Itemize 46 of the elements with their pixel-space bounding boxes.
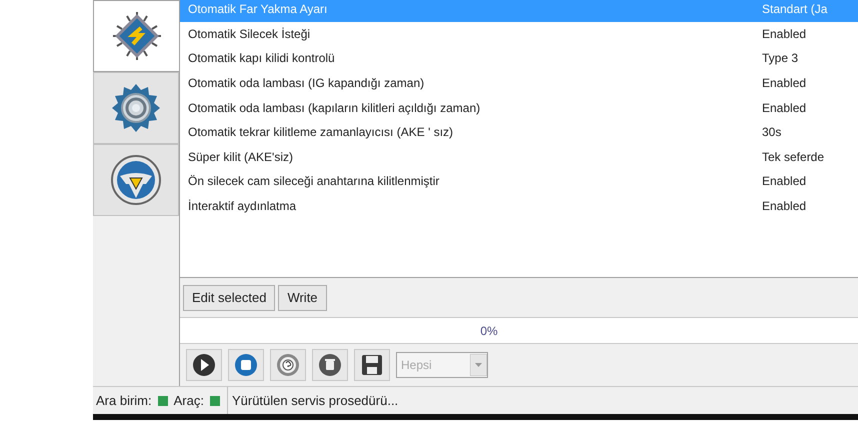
setting-name: Otomatik Silecek İsteği (187, 26, 312, 43)
setting-name: Otomatik Far Yakma Ayarı (187, 1, 328, 18)
toolbar-button[interactable] (312, 348, 348, 380)
setting-name: Otomatik kapı kilidi kontrolü (187, 50, 336, 68)
setting-value: Enabled (762, 198, 806, 216)
setting-row[interactable]: Otomatik Silecek İsteği Enabled (180, 22, 858, 46)
setting-value: Enabled (762, 100, 806, 117)
action-button[interactable]: Edit selected (183, 284, 276, 310)
setting-name: Otomatik oda lambası (kapıların kilitleri açıldığı zaman) (187, 100, 482, 117)
setting-name: Otomatik tekrar kilitleme zamanlayıcısı (AKE ' sız) (187, 124, 454, 142)
progress-text: 0% (480, 322, 498, 340)
dropdown-value: Hepsi (401, 356, 432, 374)
side-tab[interactable] (93, 0, 179, 72)
setting-row[interactable]: Otomatik oda lambası (IG kapandığı zaman) Enabled (180, 70, 858, 96)
setting-row[interactable]: Ön silecek cam sileceği anahtarına kilitlenmiştir Enabled (180, 169, 858, 194)
action-button[interactable]: Write (278, 284, 327, 310)
setting-value: Enabled (762, 173, 806, 190)
setting-row[interactable]: Otomatik tekrar kilitleme zamanlayıcısı (AKE ' sız) 30s (180, 120, 858, 145)
stop-icon (234, 352, 258, 376)
trash-icon (318, 352, 342, 376)
setting-row[interactable]: Otomatik oda lambası (kapıların kilitleri açıldığı zaman) Enabled (180, 95, 858, 120)
setting-value: Type 3 (762, 50, 798, 68)
help-icon (276, 352, 300, 376)
toolbar-button[interactable] (270, 348, 306, 380)
caret-icon (470, 354, 487, 376)
setting-value: Standart (Ja (762, 1, 828, 18)
setting-name: İnteraktif aydınlatma (187, 198, 298, 216)
gear-icon (110, 82, 162, 134)
setting-value: 30s (762, 124, 782, 142)
setting-name: Süper kilit (AKE'siz) (187, 148, 294, 166)
toolbar-button[interactable] (186, 348, 222, 380)
setting-value: Enabled (762, 75, 806, 92)
status-label: Ara birim: (96, 392, 152, 410)
side-tab[interactable] (93, 72, 179, 144)
setting-row[interactable]: İnteraktif aydınlatma Enabled (180, 194, 858, 218)
status-label: Araç: (174, 392, 204, 410)
toolbar-button[interactable] (354, 348, 390, 380)
play-icon (192, 352, 216, 376)
side-tab[interactable] (93, 144, 179, 216)
setting-row[interactable]: Süper kilit (AKE'siz) Tek seferde (180, 144, 858, 170)
setting-name: Otomatik oda lambası (IG kapandığı zaman) (187, 75, 426, 92)
setting-name: Ön silecek cam sileceği anahtarına kilitlenmiştir (187, 173, 440, 190)
setting-value: Tek seferde (762, 148, 824, 166)
setting-row[interactable]: Otomatik kapı kilidi kontrolü Type 3 (180, 46, 858, 71)
setting-value: Enabled (762, 26, 806, 43)
steering-wheel-icon (110, 154, 162, 206)
